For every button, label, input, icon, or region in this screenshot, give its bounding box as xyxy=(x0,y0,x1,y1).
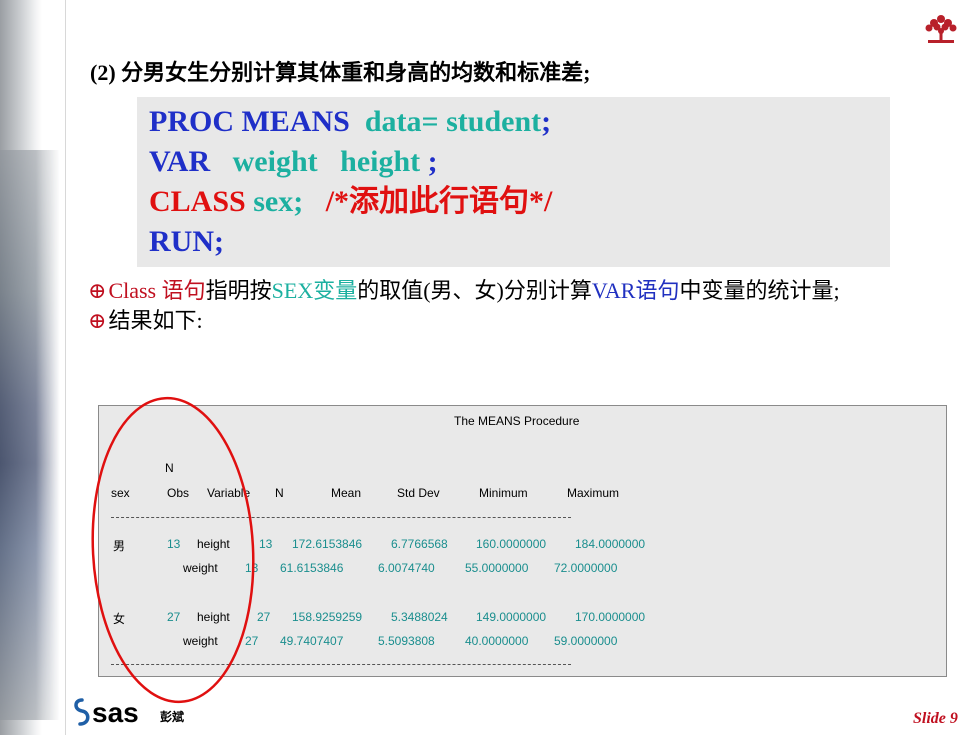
cell-mean: 172.6153846 xyxy=(292,537,363,551)
cell-mean: 158.9259259 xyxy=(292,610,363,624)
cell-n: 13 xyxy=(259,537,273,551)
code-keyword: CLASS xyxy=(149,185,246,218)
slide-heading: (2) 分男女生分别计算其体重和身高的均数和标准差; xyxy=(90,60,591,85)
code-argument: data= student xyxy=(364,105,542,138)
bullet-text: Class 语句 xyxy=(108,278,206,303)
cell-n: 27 xyxy=(257,610,271,624)
tree-logo-icon xyxy=(925,15,957,43)
bullet-text: VAR语句 xyxy=(591,278,680,303)
code-argument: weight height xyxy=(232,145,421,178)
col-header-min: Minimum xyxy=(479,486,528,500)
code-keyword: PROC MEANS xyxy=(149,105,350,138)
svg-text:彭斌: 彭斌 xyxy=(160,709,184,724)
slide-sidebar xyxy=(0,0,66,735)
cell-min: 149.0000000 xyxy=(476,610,547,624)
cell-min: 160.0000000 xyxy=(476,537,547,551)
code-line-proc: PROC MEANS data= student; xyxy=(149,105,551,139)
cell-max: 184.0000000 xyxy=(575,537,646,551)
cell-std: 6.0074740 xyxy=(378,561,435,575)
bullet-text: SEX变量 xyxy=(271,278,358,303)
code-line-var: VAR weight height ; xyxy=(149,145,438,179)
output-title: The MEANS Procedure xyxy=(454,414,580,428)
bullet-text: 中变量的统计量; xyxy=(679,278,840,303)
cell-max: 59.0000000 xyxy=(554,634,618,648)
cell-max: 72.0000000 xyxy=(554,561,618,575)
cell-min: 40.0000000 xyxy=(465,634,529,648)
bullet-icon: ⊕ xyxy=(88,278,107,303)
code-line-class: CLASS sex; /*添加此行语句*/ xyxy=(149,185,552,219)
bullet-icon: ⊕ xyxy=(88,308,107,333)
bullet-text: 的取值(男、女)分别计算 xyxy=(357,278,592,303)
code-keyword: VAR xyxy=(149,145,211,178)
cell-std: 5.3488024 xyxy=(391,610,448,624)
bullet-text: 结果如下: xyxy=(108,308,203,333)
col-header-std: Std Dev xyxy=(397,486,440,500)
cell-mean: 61.6153846 xyxy=(280,561,344,575)
slide-number: Slide 9 xyxy=(913,710,958,727)
col-header-n: N xyxy=(275,486,284,500)
sidebar-gradient xyxy=(0,150,60,720)
cell-min: 55.0000000 xyxy=(465,561,529,575)
sas-logo-icon: sas 彭斌 xyxy=(74,697,184,728)
code-argument: sex; xyxy=(253,185,304,218)
code-comment: /*添加此行语句*/ xyxy=(325,185,553,218)
code-keyword: RUN; xyxy=(149,225,224,258)
cell-mean: 49.7407407 xyxy=(280,634,344,648)
bullet-item-result: ⊕结果如下: xyxy=(88,306,948,336)
cell-std: 6.7766568 xyxy=(391,537,448,551)
col-header-mean: Mean xyxy=(331,486,362,500)
code-block: PROC MEANS data= student; VAR weight hei… xyxy=(137,97,890,267)
cell-std: 5.5093808 xyxy=(378,634,435,648)
bullet-list: ⊕Class 语句指明按SEX变量的取值(男、女)分别计算VAR语句中变量的统计… xyxy=(88,276,948,336)
code-semicolon: ; xyxy=(420,145,438,178)
code-semicolon: ; xyxy=(541,105,552,138)
code-line-run: RUN; xyxy=(149,225,224,259)
highlight-ellipse xyxy=(91,396,255,704)
cell-max: 170.0000000 xyxy=(575,610,646,624)
col-header-max: Maximum xyxy=(567,486,620,500)
svg-text:sas: sas xyxy=(92,697,139,728)
bullet-item-class: ⊕Class 语句指明按SEX变量的取值(男、女)分别计算VAR语句中变量的统计… xyxy=(88,276,948,306)
bullet-text: 指明按 xyxy=(205,278,272,303)
